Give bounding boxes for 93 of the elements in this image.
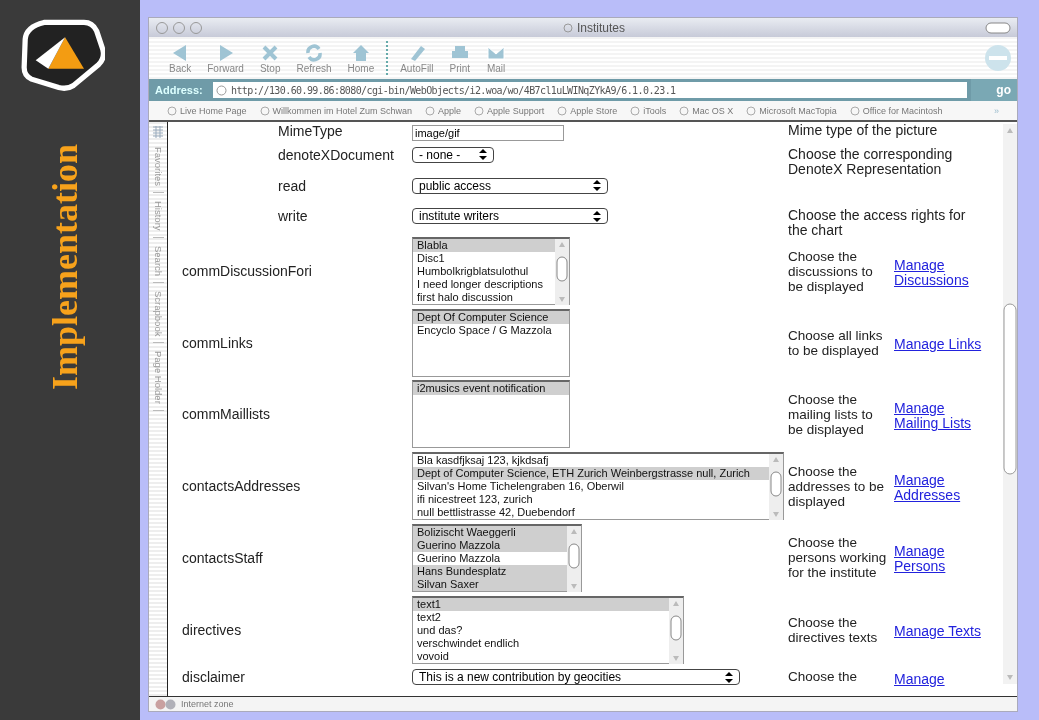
updown-icon	[725, 672, 733, 683]
scrollbar[interactable]	[769, 454, 783, 521]
list-item[interactable]: Hans Bundesplatz	[413, 564, 567, 578]
list-box[interactable]: i2musics event notification	[412, 380, 570, 449]
field-description: Choose the addresses to be displayed	[788, 463, 886, 509]
list-item[interactable]: Bolizischt Waeggerli	[413, 525, 567, 539]
toolbar-button[interactable]: Print	[441, 42, 479, 74]
list-item[interactable]: ifi nicestreet 123, zurich	[413, 493, 769, 507]
favorite-link[interactable]: Live Home Page	[167, 105, 247, 116]
dropdown[interactable]: institute writers	[412, 208, 608, 225]
list-box[interactable]: Blabla Disc1 Humbolkrigblatsulothul I need longer descriptions first halo discussion	[412, 237, 570, 306]
field-description: Choose the access rights for the chart	[788, 208, 967, 239]
field-description: Choose the persons working for the institute	[788, 535, 888, 581]
favorite-link[interactable]: Office for Macintosh	[849, 105, 943, 116]
field-label: commMaillists	[182, 406, 270, 423]
favorite-link[interactable]: Apple Store	[557, 105, 618, 116]
field-label: MimeType	[278, 123, 343, 139]
list-box[interactable]: Bla kasdfjksaj 123, kjkdsafj Dept of Computer Science, ETH Zurich Weinbergstrasse null, Zurich Silvan's Home Tichelengraben 16, Oberwil ifi nicestreet 123, zurich null bettlistrasse 42, Duebendorf	[412, 452, 784, 521]
dropdown[interactable]: public access	[412, 177, 608, 194]
manage-link[interactable]: Manage Persons	[894, 544, 990, 575]
field-label: contactsStaff	[182, 549, 263, 566]
toolbar-button[interactable]: Home	[339, 42, 383, 74]
list-box[interactable]: Bolizischt Waeggerli Guerino Mazzola Guerino Mazzola Hans Bundesplatz Silvan Saxer	[412, 523, 582, 592]
scrollbar[interactable]	[669, 597, 683, 664]
list-item[interactable]: Guerino Mazzola	[413, 551, 567, 565]
field-label: commLinks	[182, 334, 253, 351]
scrollbar[interactable]	[567, 525, 581, 592]
manage-link[interactable]: Manage Mailing Lists	[894, 400, 990, 431]
favorite-link[interactable]: iTools	[630, 105, 667, 116]
field-label: disclaimer	[182, 669, 245, 686]
list-item[interactable]: null bettlistrasse 42, Duebendorf	[413, 506, 769, 520]
scrollbar[interactable]	[1003, 124, 1017, 684]
logo-icon	[21, 18, 105, 92]
field-description: Choose the corresponding DenoteX Representation	[788, 146, 954, 177]
field-description: Choose the directives texts	[788, 614, 879, 645]
list-item[interactable]: Silvan's Home Tichelengraben 16, Oberwil	[413, 480, 769, 494]
field-label: denoteXDocument	[278, 146, 394, 163]
field-description: Choose the	[788, 669, 859, 685]
list-item[interactable]: text1	[413, 597, 669, 611]
list-item[interactable]: und das?	[413, 623, 669, 637]
toolbar-toggle-icon[interactable]	[985, 21, 1011, 34]
list-item[interactable]: Humbolkrigblatsulothul	[413, 265, 555, 279]
field-description: Choose the mailing lists to be displayed	[788, 391, 874, 437]
list-item[interactable]: I need longer descriptions	[413, 278, 555, 292]
address-label: Address:	[155, 84, 204, 96]
manage-link[interactable]: Manage Texts	[894, 623, 990, 639]
favorite-link[interactable]: Apple	[425, 105, 462, 116]
grid-icon[interactable]	[151, 125, 165, 139]
scrollbar[interactable]	[555, 239, 569, 306]
favorite-link[interactable]: Mac OS X	[679, 105, 734, 116]
field-description: Choose all links to be displayed	[788, 327, 884, 358]
list-item[interactable]: Dept of Computer Science, ETH Zurich Weinbergstrasse null, Zurich	[413, 467, 769, 481]
list-box[interactable]: text1 text2 und das? verschwindet endlich vovoid	[412, 595, 684, 664]
favorite-link[interactable]: Willkommen im Hotel Zum Schwan	[259, 105, 413, 116]
toolbar-button[interactable]: Back	[161, 42, 200, 74]
list-item[interactable]: i2musics event notification	[413, 382, 569, 396]
window-controls-icon[interactable]	[155, 20, 203, 35]
text-field[interactable]: image/gif	[412, 125, 564, 141]
list-item[interactable]: Bla kasdfjksaj 123, kjkdsafj	[413, 454, 769, 468]
dropdown[interactable]: - none -	[412, 146, 494, 163]
updown-icon	[593, 180, 601, 192]
field-label: directives	[182, 621, 242, 638]
list-item[interactable]: Blabla	[413, 239, 555, 253]
manage-link[interactable]: Manage Addresses	[894, 472, 990, 503]
list-item[interactable]: first halo discussion	[413, 291, 555, 305]
list-item[interactable]: Encyclo Space / G Mazzola	[413, 323, 569, 337]
field-label: commDiscussionFori	[182, 263, 312, 280]
field-label: contactsAddresses	[182, 478, 301, 495]
slide-title: Implementation	[44, 144, 86, 390]
manage-link[interactable]: Manage	[894, 672, 990, 688]
field-description: Choose the discussions to be displayed	[788, 248, 874, 294]
favorite-link[interactable]: Microsoft MacTopia	[746, 105, 837, 116]
list-item[interactable]: Disc1	[413, 252, 555, 266]
toolbar-button[interactable]: Refresh	[288, 42, 340, 74]
updown-icon	[479, 149, 487, 161]
list-box[interactable]: Dept Of Computer Science Encyclo Space / G Mazzola	[412, 308, 570, 377]
field-label: write	[278, 208, 308, 225]
field-label: read	[278, 177, 307, 194]
window-title: Institutes	[577, 20, 625, 35]
manage-link[interactable]: Manage Discussions	[894, 257, 990, 288]
list-item[interactable]: verschwindet endlich	[413, 636, 669, 650]
dropdown[interactable]: This is a new contribution by geocities	[412, 669, 740, 686]
updown-icon	[593, 210, 601, 222]
favorite-link[interactable]: Apple Support	[474, 105, 545, 116]
list-item[interactable]: vovoid	[413, 649, 669, 663]
toolbar-button[interactable]: Forward	[199, 42, 252, 74]
address-field[interactable]: http://130.60.99.86:8080/cgi-bin/WebObjects/i2.woa/wo/4B7cl1uLWINqZYkA9/6.1.0.23.1	[213, 82, 967, 98]
status-text: Internet zone	[181, 699, 234, 709]
field-description: Mime type of the picture	[788, 123, 939, 138]
manage-link[interactable]: Manage Links	[894, 336, 990, 352]
list-item[interactable]: Dept Of Computer Science	[413, 310, 569, 324]
list-item[interactable]: text2	[413, 610, 669, 624]
refresh-icon	[304, 42, 324, 63]
